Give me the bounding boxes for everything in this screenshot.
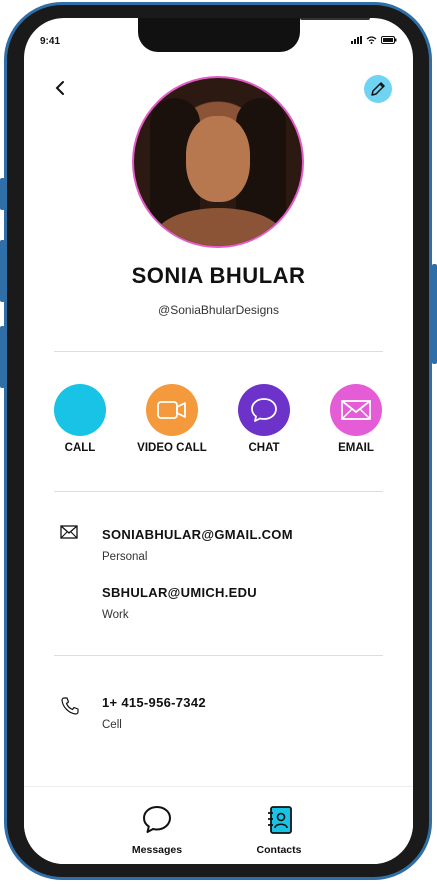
mail-icon [60,525,80,545]
divider [54,351,383,352]
chevron-left-icon [55,81,64,95]
phone-side-button [0,178,5,210]
call-label: CALL [64,442,96,454]
edit-button[interactable] [364,75,392,103]
back-button[interactable] [50,78,70,98]
nav-contacts-label: Contacts [256,844,302,856]
status-time: 9:41 [40,36,61,47]
email-personal-value[interactable]: SONIABHULAR@GMAIL.COM [102,527,293,542]
email-action[interactable]: EMAIL [311,384,401,454]
message-bubble-icon [143,806,171,833]
pencil-icon [371,82,385,96]
email-label: EMAIL [338,442,374,454]
video-call-action[interactable]: VIDEO CALL [127,384,217,454]
nav-messages-label: Messages [131,844,183,856]
bottom-nav: Messages Contacts [24,786,413,864]
wifi-icon [366,36,377,44]
phone-side-button [432,264,437,364]
contact-handle: @SoniaBhularDesigns [158,303,279,317]
battery-icon [381,36,397,44]
avatar [132,76,304,248]
contact-name: SONIA BHULAR [131,263,306,288]
phone-side-button [0,326,5,388]
video-icon [157,401,186,419]
phone-icon [60,696,80,716]
divider [54,491,383,492]
signal-icon [351,36,362,44]
video-call-label: VIDEO CALL [137,442,207,454]
phone-side-button [0,240,5,302]
contacts-book-icon [268,806,292,834]
chat-icon [251,398,277,422]
nav-messages[interactable]: Messages [117,805,197,856]
call-action[interactable]: CALL [35,384,125,454]
divider [54,655,383,656]
phone-icon [54,384,106,436]
phone-cell-value[interactable]: 1+ 415-956-7342 [102,695,206,710]
status-icons [351,36,397,44]
email-personal-type: Personal [102,551,148,563]
notch [138,18,370,52]
email-work-value[interactable]: SBHULAR@UMICH.EDU [102,585,257,600]
chat-label: CHAT [248,442,280,454]
nav-contacts[interactable]: Contacts [239,805,319,856]
app-screen: 9:41 SONIA BHULAR @SoniaBhularDesigns CA… [24,18,413,864]
chat-action[interactable]: CHAT [219,384,309,454]
email-work-type: Work [102,609,129,621]
email-icon [341,400,371,420]
phone-cell-type: Cell [102,719,122,731]
